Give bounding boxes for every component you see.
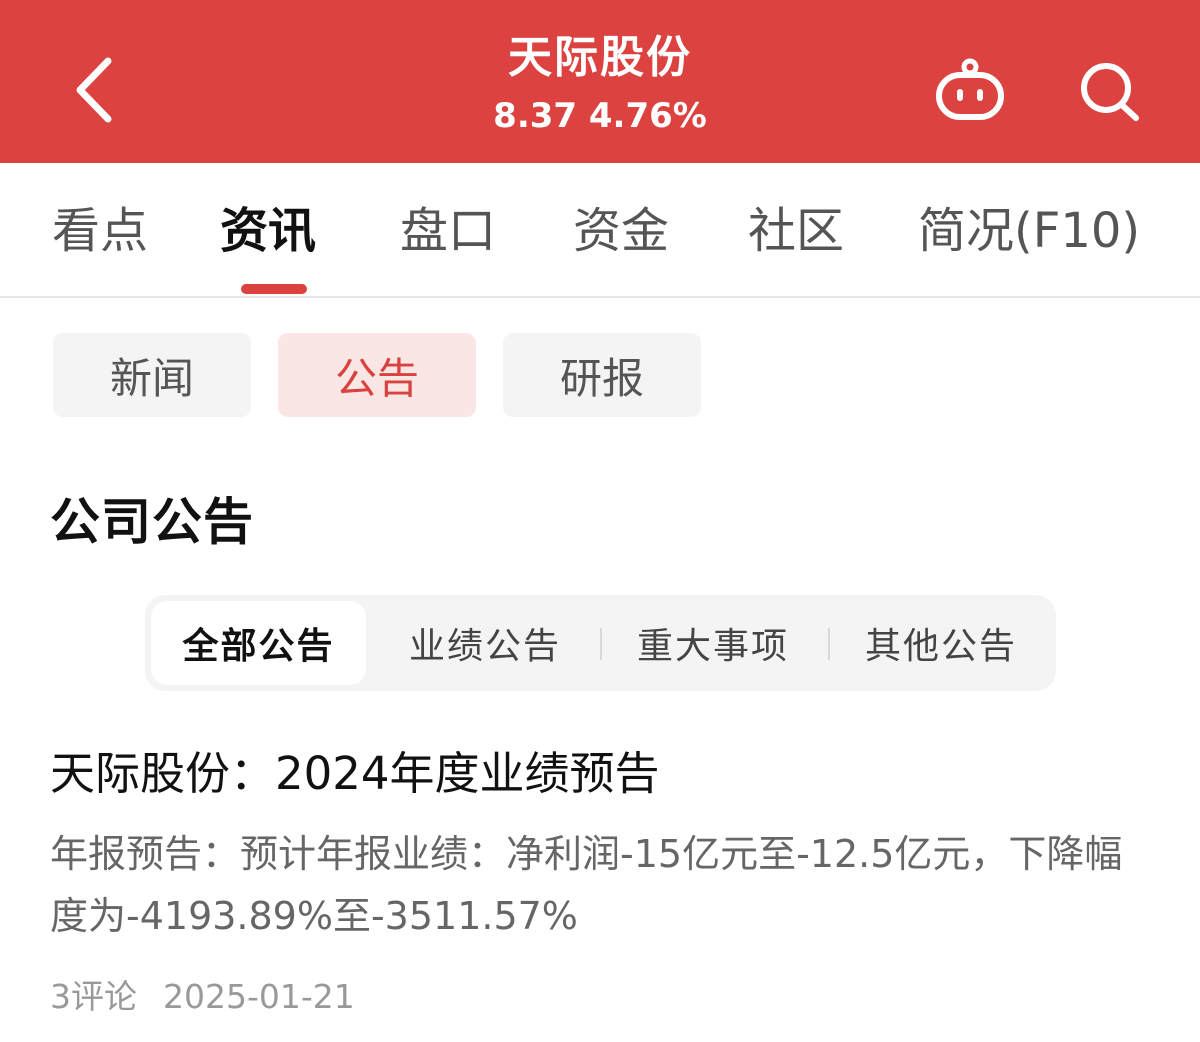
filter-other[interactable]: 其他公告	[831, 601, 1051, 685]
search-button[interactable]	[1070, 52, 1150, 132]
filter-divider	[828, 628, 830, 660]
filter-major-events[interactable]: 重大事项	[603, 601, 823, 685]
tab-news-info[interactable]: 资讯	[220, 201, 316, 261]
robot-icon	[936, 58, 1004, 120]
tab-kandian[interactable]: 看点	[52, 201, 148, 261]
announcement-meta: 3评论 2025-01-21	[50, 972, 355, 1022]
assistant-button[interactable]	[928, 50, 1012, 130]
filter-all[interactable]: 全部公告	[151, 601, 366, 685]
stock-name: 天际股份	[508, 32, 692, 83]
announcement-title[interactable]: 天际股份：2024年度业绩预告	[50, 742, 660, 806]
subtab-announcements[interactable]: 公告	[278, 333, 476, 417]
publish-date: 2025-01-21	[163, 977, 355, 1016]
comment-count[interactable]: 3评论	[50, 977, 137, 1016]
section-title: 公司公告	[50, 493, 254, 551]
stock-price-change: 8.37 4.76%	[493, 96, 707, 136]
subtab-research-reports[interactable]: 研报	[503, 333, 701, 417]
tab-pankou[interactable]: 盘口	[400, 201, 496, 261]
stock-header: 天际股份 8.37 4.76%	[0, 0, 1200, 163]
filter-divider	[600, 628, 602, 660]
stock-title: 天际股份 8.37 4.76%	[300, 28, 900, 140]
search-icon	[1081, 63, 1139, 121]
filter-earnings[interactable]: 业绩公告	[375, 601, 595, 685]
back-button[interactable]	[62, 50, 126, 130]
main-tab-bar: 看点 资讯 盘口 资金 社区 简况(F10)	[0, 163, 1200, 298]
announcement-summary[interactable]: 年报预告：预计年报业绩：净利润-15亿元至-12.5亿元，下降幅度为-4193.…	[50, 823, 1160, 947]
subtab-news[interactable]: 新闻	[53, 333, 251, 417]
tab-funds[interactable]: 资金	[573, 201, 669, 261]
active-tab-indicator	[241, 284, 307, 294]
tab-f10-profile[interactable]: 简况(F10)	[918, 201, 1140, 261]
chevron-left-icon	[76, 57, 112, 123]
tab-community[interactable]: 社区	[748, 201, 844, 261]
